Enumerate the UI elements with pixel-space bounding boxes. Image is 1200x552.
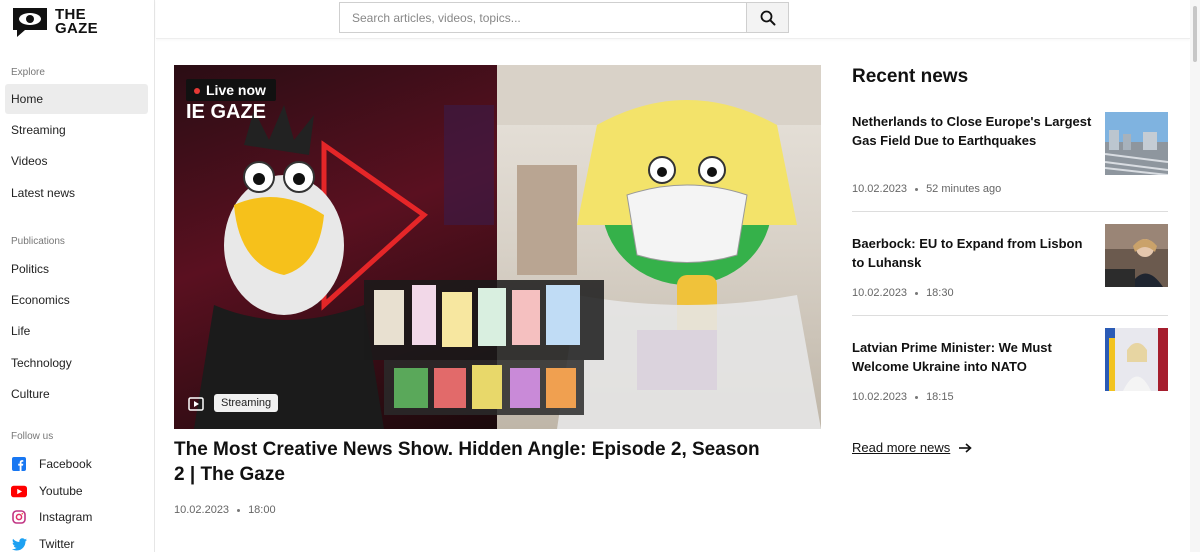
news-time: 18:15	[926, 391, 954, 403]
featured-video-title[interactable]: The Most Creative News Show. Hidden Angl…	[174, 437, 774, 487]
nav-culture[interactable]: Culture	[5, 379, 148, 409]
streaming-tag[interactable]: Streaming	[214, 394, 279, 412]
social-label: Instagram	[39, 510, 93, 524]
logo-text: THE GAZE	[55, 7, 98, 37]
arrow-right-icon	[959, 442, 972, 453]
top-header	[156, 0, 1190, 39]
instagram-icon	[11, 510, 27, 524]
nav-home[interactable]: Home	[5, 84, 148, 114]
featured-date: 10.02.2023	[174, 504, 230, 516]
news-date: 10.02.2023	[852, 183, 908, 195]
nav-life[interactable]: Life	[5, 316, 148, 346]
hidden-angle-title-art	[364, 280, 604, 415]
social-label: Youtube	[39, 484, 83, 498]
live-label: Live now	[206, 82, 266, 98]
social-facebook[interactable]: Facebook	[11, 453, 92, 475]
news-time: 52 minutes ago	[926, 183, 1002, 195]
baerbock-thumbnail	[1105, 224, 1168, 287]
live-now-badge: Live now	[186, 79, 276, 101]
follow-label: Follow us	[11, 431, 54, 442]
featured-video[interactable]: Live now IE GAZE Streaming	[174, 65, 821, 429]
search-bar	[339, 2, 789, 33]
news-headline[interactable]: Latvian Prime Minister: We Must Welcome …	[852, 338, 1097, 376]
facebook-icon	[11, 457, 27, 471]
twitter-icon	[11, 537, 27, 551]
search-button[interactable]	[746, 2, 789, 33]
news-thumbnail[interactable]	[1105, 328, 1168, 391]
recent-news-heading: Recent news	[852, 66, 969, 87]
nav-videos[interactable]: Videos	[5, 146, 148, 176]
news-headline[interactable]: Netherlands to Close Europe's Largest Ga…	[852, 112, 1097, 150]
nav-technology[interactable]: Technology	[5, 348, 148, 378]
news-date: 10.02.2023	[852, 391, 908, 403]
explore-label: Explore	[11, 67, 45, 78]
nav-streaming[interactable]: Streaming	[5, 115, 148, 145]
live-dot-icon	[194, 88, 200, 94]
news-item[interactable]: Netherlands to Close Europe's Largest Ga…	[852, 112, 1168, 202]
latvian-pm-thumbnail	[1105, 328, 1168, 391]
hero-logo-overlay: IE GAZE	[186, 101, 267, 123]
logo-line2: GAZE	[55, 20, 98, 37]
social-instagram[interactable]: Instagram	[11, 506, 92, 528]
news-item[interactable]: Baerbock: EU to Expand from Lisbon to Lu…	[852, 224, 1168, 306]
news-thumbnail[interactable]	[1105, 224, 1168, 287]
youtube-icon	[11, 484, 27, 498]
news-date: 10.02.2023	[852, 287, 908, 299]
social-label: Twitter	[39, 537, 75, 551]
sidebar: THE GAZE Explore Home Streaming Videos L…	[0, 0, 155, 552]
page-scrollbar[interactable]	[1190, 0, 1200, 552]
publications-label: Publications	[11, 236, 65, 247]
search-input[interactable]	[339, 2, 746, 33]
news-item[interactable]: Latvian Prime Minister: We Must Welcome …	[852, 328, 1168, 410]
social-twitter[interactable]: Twitter	[11, 533, 74, 552]
nav-politics[interactable]: Politics	[5, 254, 148, 284]
news-headline[interactable]: Baerbock: EU to Expand from Lisbon to Lu…	[852, 234, 1097, 272]
news-divider	[852, 211, 1168, 212]
site-logo[interactable]: THE GAZE	[11, 6, 98, 38]
news-thumbnail[interactable]	[1105, 112, 1168, 175]
search-icon	[760, 10, 775, 25]
news-meta: 10.02.2023 18:30	[852, 287, 954, 299]
meta-separator	[915, 291, 919, 295]
news-time: 18:30	[926, 287, 954, 299]
scroll-thumb[interactable]	[1193, 6, 1197, 62]
read-more-label: Read more news	[852, 440, 951, 455]
video-play-icon	[188, 397, 204, 411]
news-divider	[852, 315, 1168, 316]
social-youtube[interactable]: Youtube	[11, 480, 83, 502]
nav-economics[interactable]: Economics	[5, 285, 148, 315]
gas-field-thumbnail	[1105, 112, 1168, 175]
meta-separator	[915, 187, 919, 191]
nav-latest-news[interactable]: Latest news	[5, 178, 148, 208]
meta-separator	[915, 395, 919, 399]
featured-video-meta: 10.02.2023 18:00	[174, 504, 276, 516]
news-meta: 10.02.2023 52 minutes ago	[852, 183, 1001, 195]
news-meta: 10.02.2023 18:15	[852, 391, 954, 403]
featured-time: 18:00	[248, 504, 276, 516]
eye-logo-icon	[13, 8, 47, 37]
read-more-news-link[interactable]: Read more news	[852, 440, 972, 455]
meta-separator	[237, 508, 241, 512]
social-label: Facebook	[39, 457, 92, 471]
